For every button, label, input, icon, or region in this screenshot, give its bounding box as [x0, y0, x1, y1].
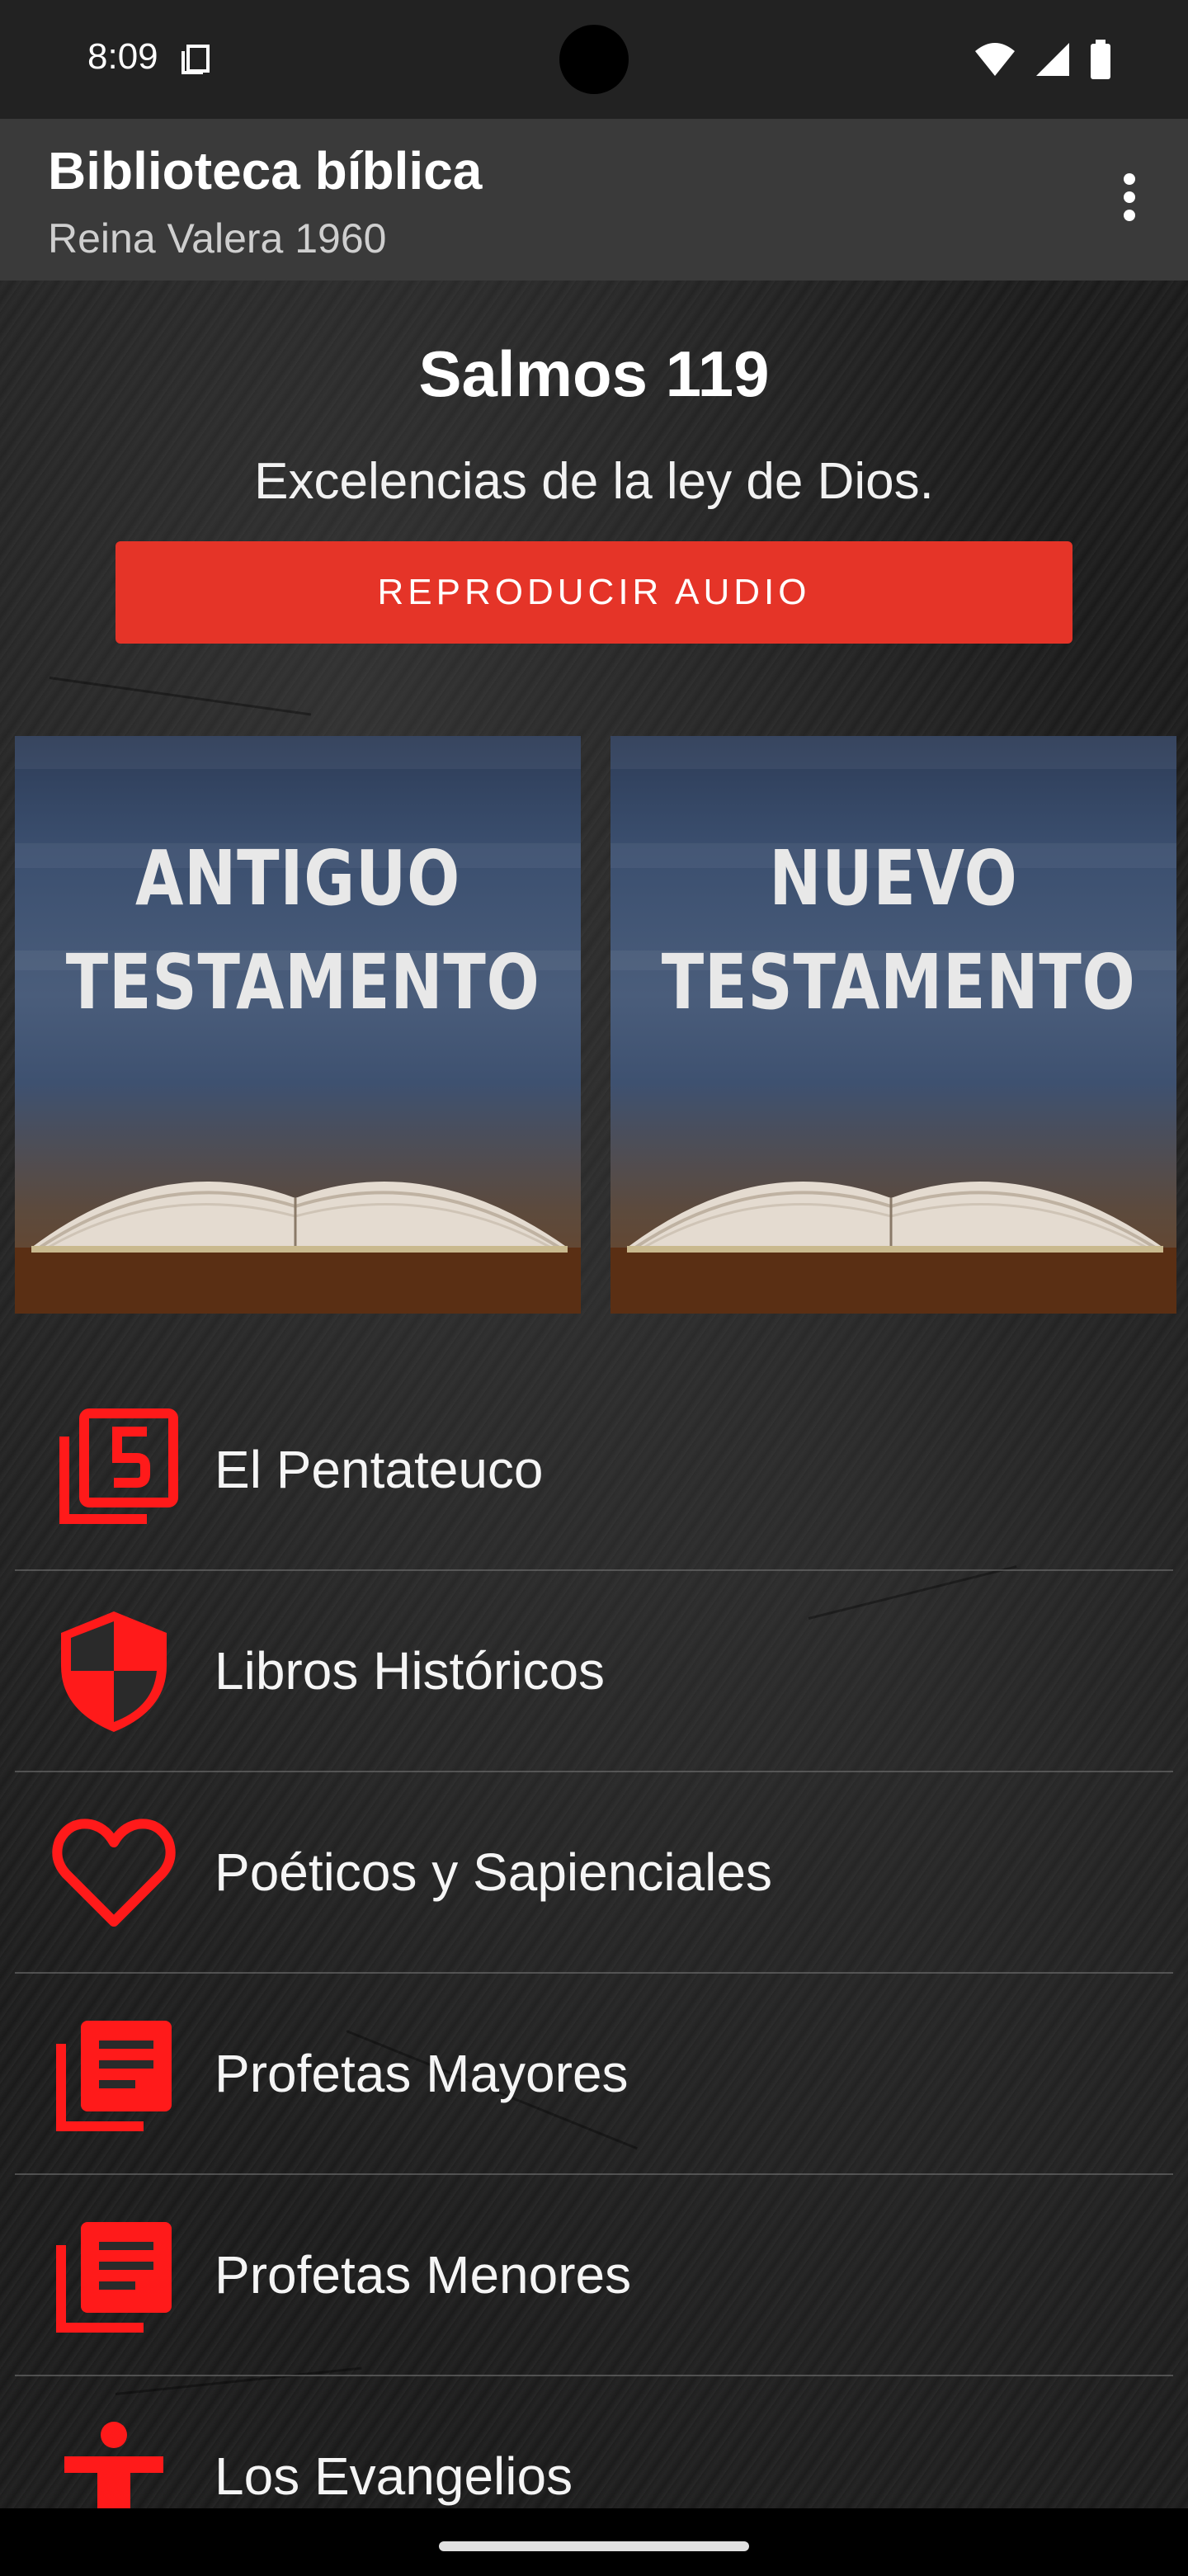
category-label: Profetas Mayores: [214, 2044, 629, 2103]
old-testament-line2: TESTAMENTO: [65, 938, 540, 1026]
new-testament-line1: NUEVO: [769, 834, 1018, 922]
old-testament-card[interactable]: ANTIGUO TESTAMENTO: [15, 736, 581, 1314]
testament-cards: ANTIGUO TESTAMENTO NUEVO TESTAMENTO: [0, 693, 1188, 1314]
new-testament-card[interactable]: NUEVO TESTAMENTO: [610, 736, 1176, 1314]
category-profetas-menores[interactable]: Profetas Menores: [15, 2175, 1173, 2376]
home-gesture-handle[interactable]: [439, 2541, 749, 2551]
status-bar: 8:09: [0, 0, 1188, 119]
open-bible-image: [15, 1182, 581, 1314]
status-icons: [974, 40, 1112, 79]
app-bar: Biblioteca bíblica Reina Valera 1960: [0, 119, 1188, 281]
play-audio-button[interactable]: REPRODUCIR AUDIO: [116, 541, 1072, 644]
open-bible-image: [610, 1182, 1176, 1314]
category-historicos[interactable]: Libros Históricos: [15, 1571, 1173, 1772]
status-time: 8:09: [87, 36, 158, 77]
new-testament-line2: TESTAMENTO: [661, 938, 1136, 1026]
old-testament-line1: ANTIGUO: [134, 834, 461, 922]
shield-icon: [48, 1605, 180, 1737]
category-list: El Pentateuco Libros Históricos Poéticos…: [15, 1370, 1173, 2576]
category-pentateuco[interactable]: El Pentateuco: [15, 1370, 1173, 1571]
library-books-icon: [48, 2007, 180, 2140]
overflow-menu-icon[interactable]: [1101, 167, 1158, 233]
category-label: Poéticos y Sapienciales: [214, 1842, 772, 1902]
verse-description: Excelencias de la ley de Dios.: [254, 453, 934, 510]
category-label: El Pentateuco: [214, 1440, 544, 1499]
category-label: Los Evangelios: [214, 2446, 573, 2506]
category-profetas-mayores[interactable]: Profetas Mayores: [15, 1974, 1173, 2175]
library-books-icon: [48, 2209, 180, 2341]
screenshot-icon: [182, 45, 210, 74]
category-label: Libros Históricos: [214, 1641, 606, 1701]
heart-icon: [48, 1806, 180, 1938]
verse-reference: Salmos 119: [418, 337, 770, 410]
old-testament-title: ANTIGUO TESTAMENTO: [65, 827, 540, 1035]
filter-5-icon: [48, 1404, 180, 1536]
wifi-icon: [975, 43, 1015, 76]
signal-icon: [1036, 43, 1069, 76]
category-label: Profetas Menores: [214, 2245, 632, 2305]
app-title: Biblioteca bíblica: [48, 141, 483, 201]
camera-cutout: [559, 25, 629, 94]
navigation-bar: [0, 2508, 1188, 2574]
new-testament-title: NUEVO TESTAMENTO: [661, 827, 1136, 1035]
app-subtitle: Reina Valera 1960: [48, 215, 387, 262]
battery-icon: [1091, 40, 1110, 79]
category-poeticos[interactable]: Poéticos y Sapienciales: [15, 1772, 1173, 1974]
